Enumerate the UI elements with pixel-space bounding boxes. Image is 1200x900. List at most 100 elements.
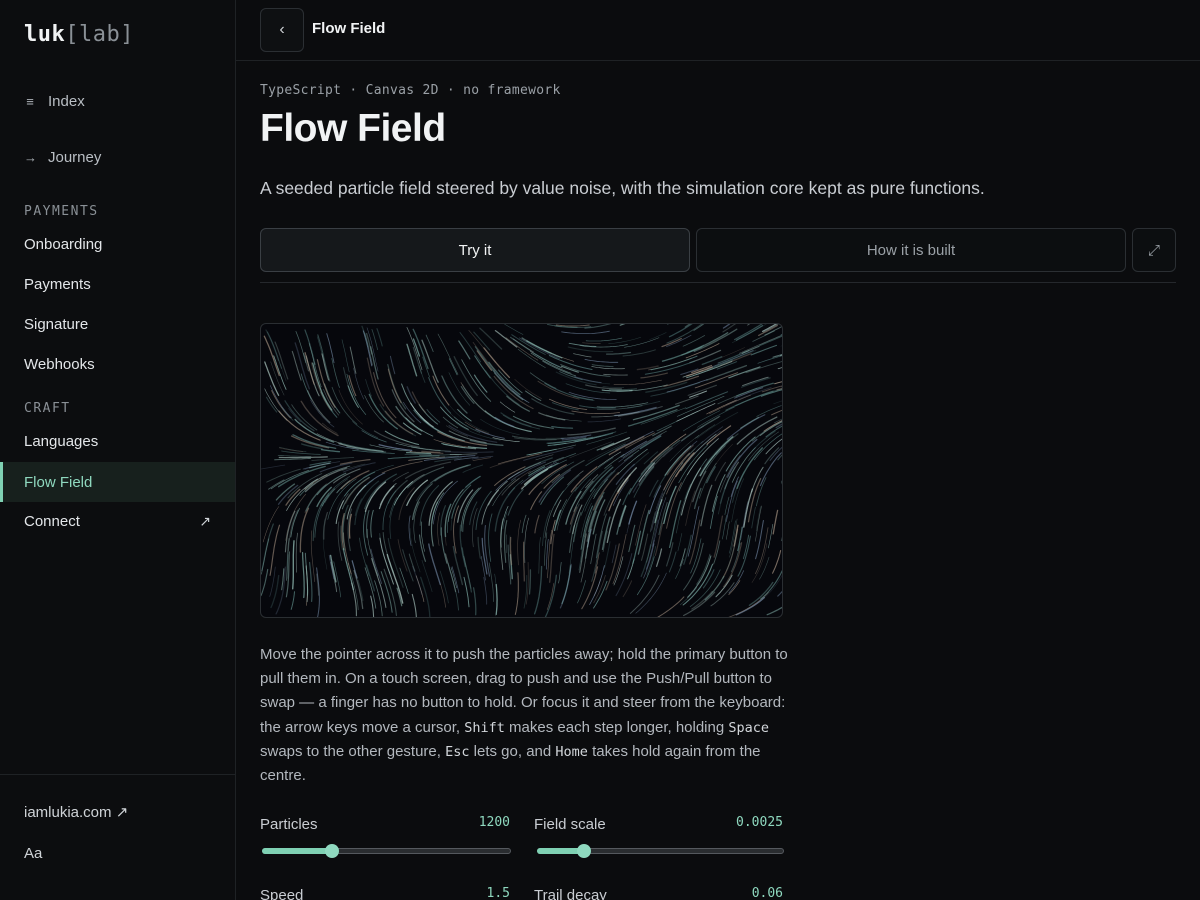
particle-trail bbox=[389, 355, 396, 375]
particle-trail bbox=[556, 499, 568, 525]
particle-trail bbox=[748, 581, 774, 606]
particle-trail bbox=[710, 582, 735, 607]
tech-stack-meta: TypeScript · Canvas 2D · no framework bbox=[260, 83, 561, 98]
particle-trail bbox=[569, 441, 612, 459]
particle-trail bbox=[441, 442, 466, 448]
particle-trail bbox=[364, 395, 384, 423]
particle-trail bbox=[589, 466, 614, 493]
section-craft-heading: CRAFT bbox=[24, 401, 71, 416]
particle-trail bbox=[448, 372, 471, 406]
sidebar-item-languages[interactable]: Languages bbox=[0, 421, 235, 461]
site-logo[interactable]: luk[lab] bbox=[24, 22, 134, 47]
particle-trail bbox=[687, 384, 717, 396]
particle-trail bbox=[555, 324, 590, 327]
particle-trail bbox=[544, 574, 557, 617]
particle-trail bbox=[309, 462, 331, 469]
key-space: Space bbox=[728, 719, 770, 736]
particle-trail bbox=[464, 421, 490, 435]
particle-trail bbox=[655, 548, 663, 567]
sidebar-item-webhooks[interactable]: Webhooks bbox=[0, 344, 235, 384]
sidebar-item-flow-field[interactable]: Flow Field bbox=[0, 462, 235, 502]
particle-trail bbox=[454, 475, 481, 502]
particle-trail bbox=[551, 425, 574, 429]
particle-trail bbox=[635, 572, 667, 614]
particle-trail bbox=[728, 366, 761, 379]
particle-trail bbox=[274, 341, 289, 380]
tab-try-it[interactable]: Try it bbox=[260, 228, 690, 272]
particle-trail bbox=[567, 470, 584, 486]
particle-trail bbox=[638, 462, 655, 483]
sidebar-item-connect[interactable]: Connect ↗ bbox=[0, 501, 235, 541]
sidebar-item-label: Flow Field bbox=[24, 473, 93, 491]
particle-trail bbox=[379, 533, 392, 578]
particle-trail bbox=[717, 484, 728, 515]
particle-trail bbox=[713, 350, 754, 367]
sidebar-item-payments[interactable]: Payments bbox=[0, 264, 235, 304]
particle-trail bbox=[474, 346, 496, 374]
particle-trail bbox=[591, 366, 625, 370]
particle-trail bbox=[460, 382, 489, 415]
particle-trail bbox=[706, 466, 716, 484]
particle-trail bbox=[483, 577, 488, 605]
particle-trail bbox=[331, 358, 340, 388]
slider-thumb[interactable] bbox=[576, 844, 591, 858]
particle-trail bbox=[295, 532, 298, 573]
particle-trail bbox=[437, 512, 441, 546]
particle-trail bbox=[410, 402, 434, 428]
site-link[interactable]: iamlukia.com ↗ bbox=[24, 803, 128, 821]
particle-trail bbox=[290, 508, 300, 538]
particle-trail bbox=[726, 521, 730, 540]
particle-trail bbox=[292, 540, 295, 590]
particle-trail bbox=[457, 489, 474, 523]
sidebar-footer: iamlukia.com ↗ Aa bbox=[0, 774, 235, 862]
particle-trail bbox=[628, 500, 638, 525]
sidebar-item-signature[interactable]: Signature bbox=[0, 304, 235, 344]
instructions-text: makes each step longer, holding bbox=[504, 718, 729, 736]
particle-trail bbox=[406, 327, 423, 371]
particle-trail bbox=[772, 550, 782, 574]
particle-trail bbox=[622, 487, 632, 506]
particle-trail bbox=[745, 361, 782, 374]
particle-trail bbox=[677, 533, 683, 552]
expand-button[interactable]: ⤢ bbox=[1132, 228, 1176, 272]
field-scale-slider[interactable] bbox=[537, 844, 784, 858]
particle-trail bbox=[488, 513, 493, 562]
particle-trail bbox=[402, 549, 414, 582]
particle-trail bbox=[413, 501, 420, 543]
particle-trail bbox=[571, 410, 620, 414]
particles-slider[interactable] bbox=[262, 844, 511, 858]
particle-trail bbox=[534, 514, 540, 534]
particle-trail bbox=[781, 536, 782, 542]
particle-trail bbox=[453, 505, 460, 554]
particle-trail bbox=[370, 595, 375, 617]
particle-trail bbox=[422, 356, 430, 378]
particle-trail bbox=[514, 572, 519, 615]
particle-trail bbox=[740, 416, 760, 429]
particles-label: Particles bbox=[260, 816, 318, 833]
particle-trail bbox=[573, 353, 592, 358]
particle-trail bbox=[538, 537, 541, 574]
nav-journey[interactable]: → Journey bbox=[24, 149, 101, 166]
tab-how-it-is-built[interactable]: How it is built bbox=[696, 228, 1126, 272]
particle-trail bbox=[652, 425, 672, 437]
font-toggle-button[interactable]: Aa bbox=[24, 845, 42, 862]
particle-trail bbox=[608, 336, 642, 344]
particle-trail bbox=[428, 377, 452, 414]
particle-trail bbox=[322, 518, 328, 570]
particle-trail bbox=[509, 536, 513, 566]
logo-bracket-open: [ bbox=[65, 22, 79, 47]
particle-trail bbox=[619, 324, 626, 326]
slider-thumb[interactable] bbox=[324, 844, 339, 858]
particle-trail bbox=[696, 553, 711, 585]
particle-trail bbox=[475, 490, 492, 531]
flow-field-canvas[interactable] bbox=[260, 323, 783, 618]
particle-trail bbox=[584, 358, 619, 363]
particle-trail bbox=[462, 487, 482, 533]
nav-index[interactable]: ≡ Index bbox=[24, 93, 85, 110]
sidebar-item-onboarding[interactable]: Onboarding bbox=[0, 224, 235, 264]
particle-trail bbox=[308, 561, 313, 603]
particle-trail bbox=[371, 557, 387, 608]
particle-trail bbox=[265, 396, 278, 413]
particle-trail bbox=[590, 533, 597, 565]
back-button[interactable]: ‹ bbox=[260, 8, 304, 52]
